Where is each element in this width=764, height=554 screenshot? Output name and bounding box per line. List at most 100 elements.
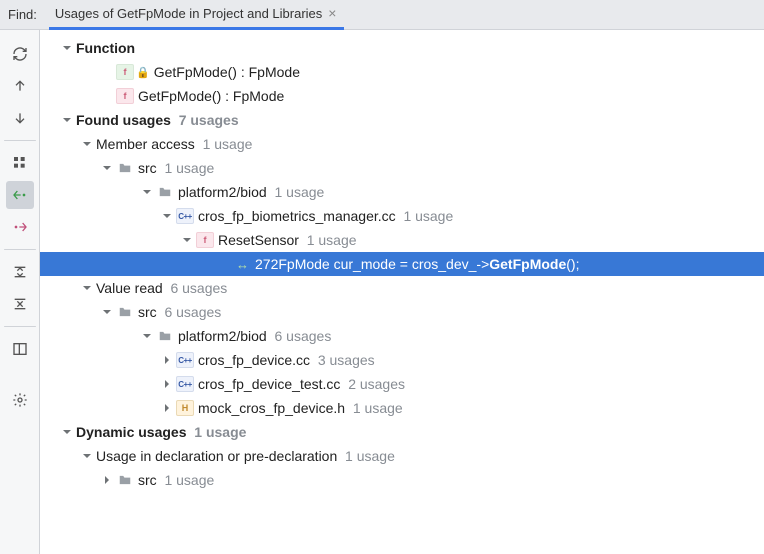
tree-node-found-usages[interactable]: Found usages 7 usages — [40, 108, 764, 132]
folder-icon — [116, 472, 134, 488]
usage-count: 1 usage — [194, 424, 246, 440]
tree-node-declaration[interactable]: Usage in declaration or pre-declaration … — [40, 444, 764, 468]
usage-count: 7 usages — [179, 112, 239, 128]
separator — [4, 249, 36, 250]
tree-node-file[interactable]: C++ cros_fp_device.cc 3 usages — [40, 348, 764, 372]
settings-icon[interactable] — [6, 386, 34, 414]
tree-node-function-item[interactable]: f 🔒 GetFpMode() : FpMode — [40, 60, 764, 84]
tree-node-platform[interactable]: platform2/biod 6 usages — [40, 324, 764, 348]
usage-count: 1 usage — [164, 472, 214, 488]
usage-count: 6 usages — [275, 328, 332, 344]
prev-occurrence-icon[interactable] — [6, 72, 34, 100]
tree-node-platform[interactable]: platform2/biod 1 usage — [40, 180, 764, 204]
side-toolbar — [0, 30, 40, 554]
lock-icon: 🔒 — [136, 66, 150, 79]
chevron-down-icon[interactable] — [60, 41, 74, 55]
node-label: Found usages — [76, 112, 171, 128]
node-label: src — [138, 472, 157, 488]
node-label: mock_cros_fp_device.h — [198, 400, 345, 416]
usage-count: 6 usages — [164, 304, 221, 320]
separator — [4, 140, 36, 141]
function-icon: f — [196, 232, 214, 248]
node-label: src — [138, 304, 157, 320]
collapse-all-icon[interactable] — [6, 290, 34, 318]
find-header: Find: Usages of GetFpMode in Project and… — [0, 0, 764, 30]
chevron-down-icon[interactable] — [80, 449, 94, 463]
item-text: GetFpMode() : FpMode — [154, 64, 300, 80]
chevron-down-icon[interactable] — [140, 329, 154, 343]
code-bold: GetFpMode — [489, 256, 566, 272]
chevron-down-icon[interactable] — [80, 137, 94, 151]
chevron-right-icon[interactable] — [100, 473, 114, 487]
chevron-down-icon[interactable] — [100, 161, 114, 175]
tree-node-reset[interactable]: f ResetSensor 1 usage — [40, 228, 764, 252]
tree-node-file[interactable]: C++ cros_fp_device_test.cc 2 usages — [40, 372, 764, 396]
chevron-down-icon[interactable] — [180, 233, 194, 247]
usage-count: 1 usage — [164, 160, 214, 176]
function-icon: f — [116, 64, 134, 80]
cpp-file-icon: C++ — [176, 352, 194, 368]
node-label: cros_fp_device_test.cc — [198, 376, 340, 392]
cpp-file-icon: C++ — [176, 376, 194, 392]
preview-icon[interactable] — [6, 335, 34, 363]
h-file-icon: H — [176, 400, 194, 416]
folder-icon — [156, 184, 174, 200]
chevron-down-icon[interactable] — [140, 185, 154, 199]
tree-node-dynamic-usages[interactable]: Dynamic usages 1 usage — [40, 420, 764, 444]
chevron-down-icon[interactable] — [60, 113, 74, 127]
node-label: Value read — [96, 280, 163, 296]
tree-node-src[interactable]: src 6 usages — [40, 300, 764, 324]
chevron-right-icon[interactable] — [160, 401, 174, 415]
tree-node-file[interactable]: H mock_cros_fp_device.h 1 usage — [40, 396, 764, 420]
expand-all-icon[interactable] — [6, 258, 34, 286]
tree-node-function[interactable]: Function — [40, 36, 764, 60]
usages-tree[interactable]: Function f 🔒 GetFpMode() : FpMode f GetF… — [40, 30, 764, 554]
node-label: ResetSensor — [218, 232, 299, 248]
usage-count: 1 usage — [307, 232, 357, 248]
diff-right-icon[interactable] — [6, 213, 34, 241]
usage-count: 2 usages — [348, 376, 405, 392]
usage-count: 6 usages — [170, 280, 227, 296]
node-label: cros_fp_biometrics_manager.cc — [198, 208, 396, 224]
node-label: Function — [76, 40, 135, 56]
tree-node-src[interactable]: src 1 usage — [40, 468, 764, 492]
chevron-right-icon[interactable] — [160, 353, 174, 367]
refresh-icon[interactable] — [6, 40, 34, 68]
usage-count: 1 usage — [345, 448, 395, 464]
node-label: cros_fp_device.cc — [198, 352, 310, 368]
chevron-down-icon[interactable] — [160, 209, 174, 223]
chevron-down-icon[interactable] — [100, 305, 114, 319]
tree-node-value-read[interactable]: Value read 6 usages — [40, 276, 764, 300]
chevron-down-icon[interactable] — [80, 281, 94, 295]
separator — [4, 326, 36, 327]
diff-left-icon[interactable] — [6, 181, 34, 209]
usage-count: 1 usage — [275, 184, 325, 200]
tree-node-member-access[interactable]: Member access 1 usage — [40, 132, 764, 156]
usage-count: 1 usage — [403, 208, 453, 224]
node-label: Dynamic usages — [76, 424, 187, 440]
close-icon[interactable]: × — [328, 5, 336, 21]
tree-node-src[interactable]: src 1 usage — [40, 156, 764, 180]
chevron-right-icon[interactable] — [160, 377, 174, 391]
tree-node-function-item[interactable]: f GetFpMode() : FpMode — [40, 84, 764, 108]
line-number: 272 — [255, 256, 278, 272]
function-icon: f — [116, 88, 134, 104]
call-arrow-icon: ↔ — [236, 257, 249, 272]
node-label: platform2/biod — [178, 184, 267, 200]
code-pre: FpMode cur_mode = cros_dev_-> — [278, 256, 489, 272]
find-label: Find: — [8, 7, 37, 22]
node-label: src — [138, 160, 157, 176]
node-label: Member access — [96, 136, 195, 152]
code-post: (); — [566, 256, 579, 272]
tree-node-file[interactable]: C++ cros_fp_biometrics_manager.cc 1 usag… — [40, 204, 764, 228]
tree-node-code-line[interactable]: ↔ 272 FpMode cur_mode = cros_dev_->GetFp… — [40, 252, 764, 276]
usage-count: 3 usages — [318, 352, 375, 368]
tab-title: Usages of GetFpMode in Project and Libra… — [55, 6, 322, 21]
next-occurrence-icon[interactable] — [6, 104, 34, 132]
item-text: GetFpMode() : FpMode — [138, 88, 284, 104]
folder-icon — [156, 328, 174, 344]
find-tab[interactable]: Usages of GetFpMode in Project and Libra… — [49, 0, 345, 30]
group-icon[interactable] — [6, 149, 34, 177]
chevron-down-icon[interactable] — [60, 425, 74, 439]
usage-count: 1 usage — [353, 400, 403, 416]
